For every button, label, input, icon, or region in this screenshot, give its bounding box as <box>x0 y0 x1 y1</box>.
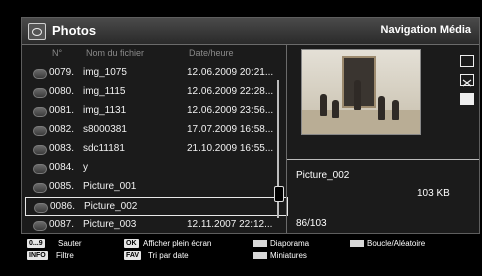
scrollbar-thumb[interactable] <box>274 186 284 202</box>
item-filename: Picture_001 <box>83 181 137 192</box>
media-browser-panel: Photos Navigation Média N° Nom du fichie… <box>21 17 480 234</box>
bullet-icon <box>33 221 47 231</box>
list-item[interactable]: 0082. s8000381 17.07.2009 16:58... <box>25 121 288 140</box>
item-date: 12.06.2009 23:56... <box>187 105 274 116</box>
item-filename: img_1131 <box>83 105 127 116</box>
screen: Photos Navigation Média N° Nom du fichie… <box>0 0 482 276</box>
item-filename: Picture_003 <box>83 219 137 230</box>
label-diaporama: Diaporama <box>270 239 310 248</box>
preview-figure <box>354 80 361 110</box>
bullet-icon <box>34 203 48 213</box>
bullet-icon <box>33 145 47 155</box>
bullet-icon <box>33 107 47 117</box>
item-number: 0081. <box>49 105 75 116</box>
bullet-icon <box>33 183 47 193</box>
yellow-button-icon[interactable] <box>350 240 364 247</box>
item-filename: s8000381 <box>83 124 127 135</box>
label-miniatures: Miniatures <box>270 251 307 260</box>
list-item[interactable]: 0080. img_1115 12.06.2009 22:28... <box>25 83 288 102</box>
list-item[interactable]: 0081. img_1131 12.06.2009 23:56... <box>25 102 288 121</box>
page-title: Photos <box>52 23 97 38</box>
mode-label: Navigation Média <box>380 24 471 36</box>
item-filename: y <box>83 162 88 173</box>
item-number: 0087. <box>49 219 75 230</box>
footer-legend: 0...9 Sauter INFO Filtre OK Afficher ple… <box>0 235 482 276</box>
panel-divider <box>286 44 287 233</box>
column-header-date: Date/heure <box>189 48 234 58</box>
shuffle-icon[interactable] <box>460 74 474 87</box>
bullet-icon <box>33 164 47 174</box>
list-item[interactable]: 0084. y <box>25 159 288 178</box>
key-ok[interactable]: OK <box>124 239 139 248</box>
item-filename: img_1075 <box>83 67 127 78</box>
info-divider <box>287 159 479 160</box>
file-list: 0079. img_1075 12.06.2009 20:21... 0080.… <box>25 64 288 235</box>
item-date: 17.07.2009 16:58... <box>187 124 274 135</box>
bullet-icon <box>33 69 47 79</box>
item-filename: img_1115 <box>83 86 126 97</box>
item-number: 0079. <box>49 67 75 78</box>
item-number: 0080. <box>49 86 75 97</box>
preview-figure <box>378 96 385 120</box>
item-number: 0084. <box>49 162 75 173</box>
item-number: 0086. <box>50 201 76 212</box>
preview-figure <box>332 100 339 118</box>
label-boucle: Boucle/Aléatoire <box>367 239 426 248</box>
label-plein-ecran: Afficher plein écran <box>143 239 212 248</box>
list-item[interactable]: 0085. Picture_001 <box>25 178 288 197</box>
list-item[interactable]: 0083. sdc11181 21.10.2009 16:55... <box>25 140 288 159</box>
item-number: 0083. <box>49 143 75 154</box>
repeat-icon[interactable] <box>460 55 474 67</box>
red-button-icon[interactable] <box>253 240 267 247</box>
item-filename: Picture_002 <box>84 201 138 212</box>
stop-icon[interactable] <box>460 93 474 105</box>
item-number: 0082. <box>49 124 75 135</box>
key-0-9[interactable]: 0...9 <box>27 239 45 248</box>
bullet-icon <box>33 126 47 136</box>
key-info[interactable]: INFO <box>27 251 48 260</box>
item-date: 12.06.2009 20:21... <box>187 67 274 78</box>
item-number: 0085. <box>49 181 75 192</box>
shuffle-glyph <box>462 79 472 87</box>
selected-file-name: Picture_002 <box>296 170 350 181</box>
blue-button-icon[interactable] <box>253 252 267 259</box>
list-item[interactable]: 0087. Picture_003 12.11.2007 22:12... <box>25 216 288 235</box>
item-filename: sdc11181 <box>83 143 125 154</box>
label-sauter: Sauter <box>58 239 82 248</box>
column-header-num: N° <box>52 48 63 58</box>
preview-figure <box>392 100 399 120</box>
key-fav[interactable]: FAV <box>124 251 142 260</box>
label-tri: Tri par date <box>148 251 189 260</box>
header-bar: Photos Navigation Média <box>22 18 479 45</box>
photo-icon <box>28 23 46 40</box>
list-item-selected[interactable]: 0086. Picture_002 <box>25 197 288 216</box>
item-date: 21.10.2009 16:55... <box>187 143 274 154</box>
bullet-icon <box>33 88 47 98</box>
column-header-name: Nom du fichier <box>86 48 145 58</box>
label-filtre: Filtre <box>56 251 74 260</box>
item-date: 12.06.2009 22:28... <box>187 86 274 97</box>
list-item[interactable]: 0079. img_1075 12.06.2009 20:21... <box>25 64 288 83</box>
preview-figure <box>320 94 327 116</box>
selected-file-size: 103 KB <box>417 188 450 199</box>
file-position: 86/103 <box>296 218 327 229</box>
photo-preview <box>301 49 421 135</box>
item-date: 12.11.2007 22:12... <box>187 219 273 230</box>
